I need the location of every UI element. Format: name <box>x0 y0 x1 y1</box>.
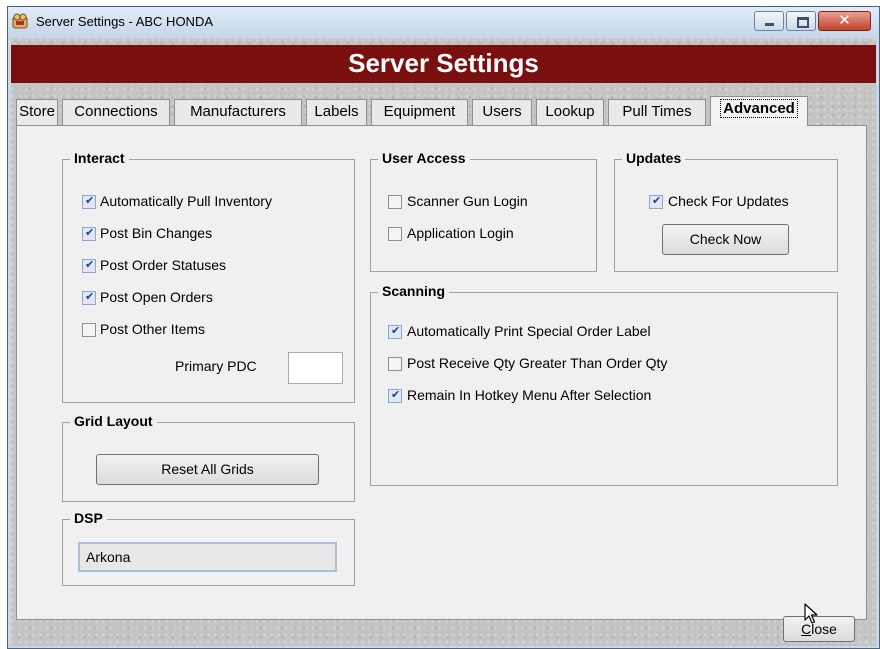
tab-label: Advanced <box>720 99 798 118</box>
tab-lookup[interactable]: Lookup <box>536 99 604 125</box>
tab-label: Users <box>482 103 522 120</box>
auto-print-special-order-label-label: Automatically Print Special Order Label <box>407 323 651 339</box>
primary-pdc-label: Primary PDC <box>175 358 257 374</box>
remain-in-hotkey-menu-checkbox[interactable] <box>388 388 402 403</box>
tab-label: Equipment <box>383 103 456 120</box>
grid-layout-group-title: Grid Layout <box>70 413 157 429</box>
post-open-orders-label: Post Open Orders <box>100 289 213 305</box>
application-login-checkbox[interactable] <box>388 227 402 241</box>
close-window-button[interactable]: ✕ <box>818 11 871 31</box>
check-for-updates-label: Check For Updates <box>668 193 789 209</box>
auto-pull-inventory-label: Automatically Pull Inventory <box>100 193 272 209</box>
tab-label: Connections <box>74 103 158 120</box>
interact-group-title: Interact <box>70 150 129 166</box>
user-access-group <box>370 159 597 272</box>
post-receive-qty-label: Post Receive Qty Greater Than Order Qty <box>407 355 668 371</box>
post-receive-qty-checkbox[interactable] <box>388 357 402 371</box>
reset-all-grids-button[interactable]: Reset All Grids <box>96 454 319 485</box>
primary-pdc-input[interactable] <box>288 352 343 384</box>
tab-equipment[interactable]: Equipment <box>371 99 468 125</box>
dsp-field[interactable]: Arkona <box>78 542 337 572</box>
scanner-gun-login-checkbox[interactable] <box>388 195 402 209</box>
tab-manufacturers[interactable]: Manufacturers <box>174 99 302 125</box>
application-login-label: Application Login <box>407 225 514 241</box>
post-bin-changes-checkbox[interactable] <box>82 226 96 241</box>
close-icon: ✕ <box>838 12 851 29</box>
tab-label: Labels <box>314 103 359 120</box>
post-other-items-label: Post Other Items <box>100 321 206 337</box>
scanning-group-title: Scanning <box>378 283 450 299</box>
check-for-updates-checkbox[interactable] <box>649 194 663 209</box>
tab-advanced[interactable]: Advanced <box>710 96 808 126</box>
remain-in-hotkey-menu-label: Remain In Hotkey Menu After Selection <box>407 387 652 403</box>
header-banner: Server Settings <box>11 45 876 83</box>
minimize-button[interactable] <box>754 11 784 31</box>
post-order-statuses-checkbox[interactable] <box>82 258 96 273</box>
window-title: Server Settings - ABC HONDA <box>36 14 213 29</box>
mouse-cursor-icon <box>804 603 818 624</box>
updates-group-title: Updates <box>622 150 686 166</box>
post-other-items-checkbox[interactable] <box>82 323 96 337</box>
tab-store[interactable]: Store <box>16 99 58 125</box>
tab-label: Manufacturers <box>190 103 286 120</box>
post-open-orders-checkbox[interactable] <box>82 290 96 305</box>
user-access-group-title: User Access <box>378 150 470 166</box>
updates-group <box>614 159 838 272</box>
server-settings-window: Server Settings - ABC HONDA ✕ Server Set… <box>7 6 880 649</box>
tab-label: Lookup <box>545 103 595 120</box>
app-icon[interactable] <box>12 13 28 29</box>
title-bar[interactable]: Server Settings - ABC HONDA ✕ <box>8 7 879 37</box>
tab-users[interactable]: Users <box>472 99 532 125</box>
tab-label: Store <box>19 103 55 120</box>
scanner-gun-login-label: Scanner Gun Login <box>407 193 528 209</box>
maximize-button[interactable] <box>786 11 816 31</box>
auto-pull-inventory-checkbox[interactable] <box>82 194 96 209</box>
check-now-button[interactable]: Check Now <box>662 224 789 255</box>
tab-labels[interactable]: Labels <box>306 99 367 125</box>
dsp-group-title: DSP <box>70 510 107 526</box>
auto-print-special-order-label-checkbox[interactable] <box>388 324 402 339</box>
client-area: Server Settings Store Connections Manufa… <box>11 38 876 646</box>
tab-label: Pull Times <box>622 103 692 120</box>
post-order-statuses-label: Post Order Statuses <box>100 257 227 273</box>
tab-connections[interactable]: Connections <box>62 99 170 125</box>
advanced-tab-panel: Interact Automatically Pull Inventory Po… <box>16 125 867 620</box>
minimize-icon <box>765 23 774 26</box>
banner-title: Server Settings <box>348 48 539 78</box>
post-bin-changes-label: Post Bin Changes <box>100 225 213 241</box>
maximize-icon <box>797 17 809 28</box>
tab-pull-times[interactable]: Pull Times <box>608 99 706 125</box>
